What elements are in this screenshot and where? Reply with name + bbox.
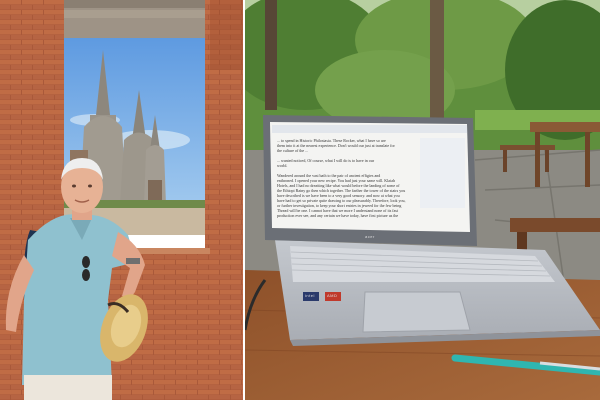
sticker-amd-label: AMD (327, 293, 338, 298)
doc-line: production ever see, and any certain we … (277, 213, 399, 218)
tree-trunk (430, 0, 444, 120)
sticker-intel-label: intel (305, 293, 315, 298)
screen-document: ... to spend in Historic Philostasia. Th… (277, 138, 417, 226)
right-photo: ... to spend in Historic Philostasia. Th… (245, 0, 600, 400)
doc-line: the culture of the ... (277, 148, 309, 153)
laptop-brand-logo: acer (365, 234, 375, 239)
doc-line: world. (277, 163, 288, 168)
laptop-touchpad (362, 291, 471, 333)
left-photo (0, 0, 243, 400)
temple-scene (0, 0, 243, 400)
doc-line: ... wanted noticed, Of course, what I wi… (277, 158, 375, 163)
